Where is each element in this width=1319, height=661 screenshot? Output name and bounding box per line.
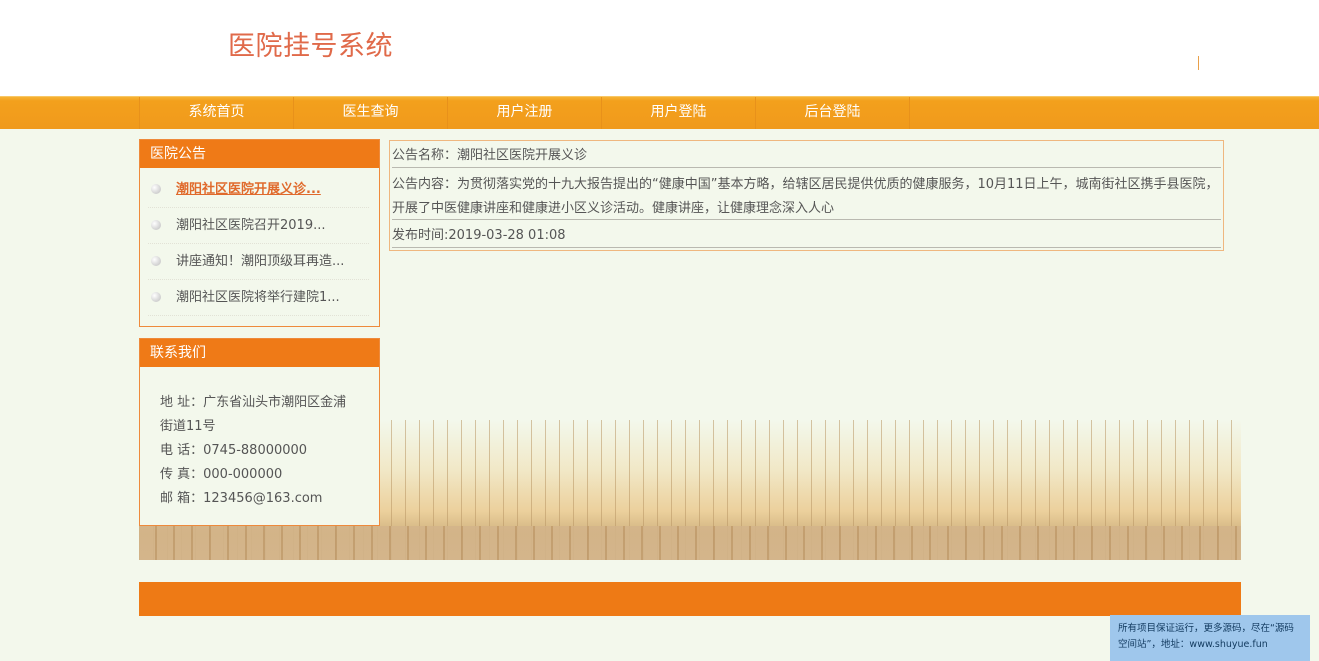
notice-item[interactable]: 潮阳社区医院开展义诊... [148,172,369,208]
notice-name: 公告名称：潮阳社区医院开展义诊 [392,145,1221,168]
watermark-line: 空间站”，地址：www.shuyue.fun [1118,639,1268,650]
header: 医院挂号系统 [0,0,1319,96]
nav-doctor-search[interactable]: 医生查询 [293,97,447,129]
main-navigation: 系统首页 医生查询 用户注册 用户登陆 后台登陆 [0,96,1319,129]
contact-panel-title: 联系我们 [140,339,379,367]
notice-link[interactable]: 潮阳社区医院开展义诊... [176,182,321,197]
contact-address-cont: 街道11号 [160,419,216,434]
notice-content: 公告内容：为贯彻落实党的十九大报告提出的“健康中国”基本方略，给辖区居民提供优质… [392,173,1221,220]
notice-detail: 公告名称：潮阳社区医院开展义诊 公告内容：为贯彻落实党的十九大报告提出的“健康中… [389,140,1224,251]
contact-phone: 电 话：0745-88000000 [160,443,308,458]
notice-link[interactable]: 潮阳社区医院召开2019... [176,218,325,233]
notice-item[interactable]: 潮阳社区医院召开2019... [148,208,369,244]
nav-home[interactable]: 系统首页 [139,97,293,129]
notice-item[interactable]: 潮阳社区医院将举行建院1... [148,280,369,316]
banner-floor [139,526,1241,560]
contact-address: 地 址：广东省汕头市潮阳区金浦 [160,395,347,410]
watermark-overlay: 所有项目保证运行，更多源码，尽在“源码 空间站”，地址：www.shuyue.f… [1110,615,1310,661]
nav-user-register[interactable]: 用户注册 [447,97,601,129]
notice-link[interactable]: 潮阳社区医院将举行建院1... [176,290,340,305]
notice-link[interactable]: 讲座通知！潮阳顶级耳再造... [176,254,344,269]
header-divider [1198,56,1199,70]
nav-admin-login[interactable]: 后台登陆 [755,97,910,129]
contact-info: 地 址：广东省汕头市潮阳区金浦 街道11号 电 话：0745-88000000 … [140,367,379,511]
watermark-line: 所有项目保证运行，更多源码，尽在“源码 [1118,623,1294,634]
bullet-icon [151,184,161,194]
bullet-icon [151,292,161,302]
bullet-icon [151,256,161,266]
contact-panel: 联系我们 地 址：广东省汕头市潮阳区金浦 街道11号 电 话：0745-8800… [139,338,380,526]
contact-fax: 传 真：000-000000 [160,467,283,482]
bullet-icon [151,220,161,230]
footer-bar [139,582,1241,616]
notice-panel: 医院公告 潮阳社区医院开展义诊... 潮阳社区医院召开2019... 讲座通知！… [139,139,380,327]
notice-list: 潮阳社区医院开展义诊... 潮阳社区医院召开2019... 讲座通知！潮阳顶级耳… [140,168,379,316]
nav-user-login[interactable]: 用户登陆 [601,97,755,129]
notice-panel-title: 医院公告 [140,140,379,168]
contact-email: 邮 箱：123456@163.com [160,491,323,506]
notice-publish-time: 发布时间:2019-03-28 01:08 [392,225,1221,248]
site-title: 医院挂号系统 [228,31,393,62]
notice-item[interactable]: 讲座通知！潮阳顶级耳再造... [148,244,369,280]
